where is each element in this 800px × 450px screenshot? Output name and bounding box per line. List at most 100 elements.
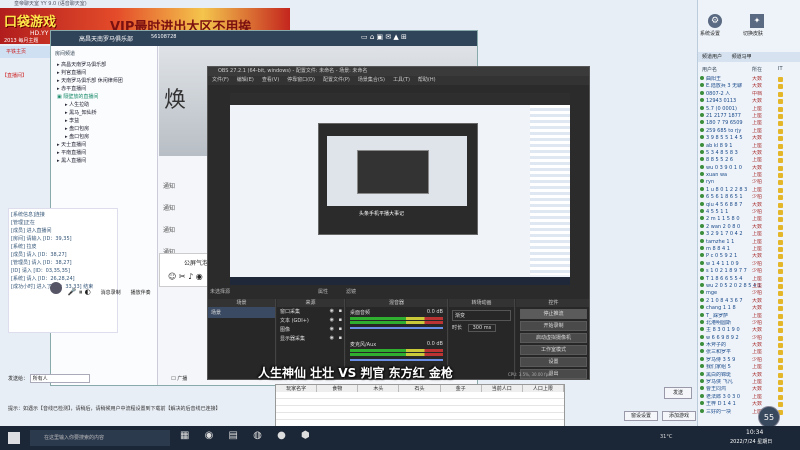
control-button[interactable]: 设置 xyxy=(520,357,587,367)
floating-badge[interactable]: 55 xyxy=(758,406,780,428)
obs-menu-item[interactable]: 帮助(H) xyxy=(418,77,436,83)
volume-slider[interactable] xyxy=(350,327,443,329)
user-row[interactable]: 2 1 0 8 4 3 6 7 大数 xyxy=(698,297,800,305)
col-it[interactable]: IT xyxy=(778,66,783,72)
user-row[interactable]: 木斧子的 大数 xyxy=(698,342,800,349)
channel-tree-item[interactable]: ▸ 天南罗马俱乐部 休闲律师团 xyxy=(57,77,157,85)
table-header-cell[interactable]: 人口上限 xyxy=(523,385,564,392)
channel-tree-item[interactable]: ▸ 平南直播间 xyxy=(57,149,157,157)
clock-time[interactable]: 10:34 xyxy=(746,429,763,436)
col-location[interactable]: 所在 xyxy=(752,66,762,73)
obs-menu-item[interactable]: 停靠窗口(D) xyxy=(287,77,315,83)
tab-vests[interactable]: 频道马甲 xyxy=(724,54,752,60)
user-row[interactable]: 5.7 (0 0001) 上座 xyxy=(698,105,800,113)
lock-icon[interactable]: ▪ xyxy=(339,308,342,314)
user-row[interactable]: 12943 0113 大数 xyxy=(698,98,800,105)
control-button[interactable]: 停止推流 xyxy=(520,309,587,319)
user-row[interactable]: 3 9 8 5 5 1 4 5 大数 xyxy=(698,135,800,142)
table-header-cell[interactable]: 食物 xyxy=(317,385,359,392)
user-row[interactable]: 我们家组 5 上座 xyxy=(698,364,800,371)
obs-menu-item[interactable]: 文件(F) xyxy=(212,77,229,83)
broadcast-checkbox[interactable]: ☐ xyxy=(171,376,175,382)
user-row[interactable]: tamzhe 1 1 上座 xyxy=(698,238,800,246)
control-button[interactable]: 启动虚拟摄像机 xyxy=(520,333,587,343)
user-row[interactable]: 王梓 D 1 4 1 大数 xyxy=(698,401,800,408)
user-row[interactable]: chang 1 1 8 大数 xyxy=(698,305,800,312)
tab-home[interactable]: 平铁主页 xyxy=(0,49,26,55)
user-row[interactable]: 259 685 to rjy 上座 xyxy=(698,127,800,135)
properties-button[interactable]: 属性 xyxy=(318,288,328,295)
channel-tree-item[interactable]: ▸ 赤平直播间 xyxy=(57,85,157,93)
user-row[interactable]: 曲阳王 大数 xyxy=(698,76,800,83)
source-item[interactable]: 显示器采集 ◉ ▪ xyxy=(277,334,344,343)
obs-menu-item[interactable]: 编辑(E) xyxy=(237,77,254,83)
visibility-eye-icon[interactable]: ◉ xyxy=(330,335,334,341)
channel-tree-item[interactable]: ▸ 盘口包房 xyxy=(57,125,157,133)
user-row[interactable]: 21 2177 1877 上座 xyxy=(698,112,800,120)
user-row[interactable]: 3 2 9 1 7 0 4 2 上座 xyxy=(698,231,800,238)
filters-button[interactable]: 滤镜 xyxy=(346,288,356,295)
weather-temp[interactable]: 31°C xyxy=(660,434,672,440)
tab-users[interactable]: 频道用户 xyxy=(698,54,722,60)
user-row[interactable]: T 1 8 6 6 5 5 4 上座 xyxy=(698,275,800,283)
user-row[interactable]: s 1 0 2 1 8 9 7 7 少柏 xyxy=(698,268,800,275)
user-row[interactable]: mge 少柏 xyxy=(698,290,800,297)
user-row[interactable]: m 8 8 4 1 上座 xyxy=(698,245,800,253)
table-header-cell[interactable]: 石头 xyxy=(399,385,441,392)
emoji-icon[interactable]: ☺ ✂ ♪ ◉ xyxy=(168,272,203,281)
user-row[interactable]: qiu 4 5 6 8 8 7 大数 xyxy=(698,201,800,209)
toolbar-item[interactable]: 消息录制 xyxy=(101,290,121,296)
user-row[interactable]: 主 8 3 0 1 9 0 大数 xyxy=(698,327,800,334)
add-game-button[interactable]: 添加游戏 xyxy=(662,411,696,421)
visibility-eye-icon[interactable]: ◉ xyxy=(330,326,334,332)
channel-tree-item[interactable]: ▸ 天士直播间 xyxy=(57,141,157,149)
room-header-icons[interactable]: ▭ ⌂ ▣ ✉ ▲ ⊞ xyxy=(361,33,407,41)
table-header-cell[interactable]: 玩家名字 xyxy=(276,385,318,392)
set-window-button[interactable]: 窗设设置 xyxy=(624,411,658,421)
user-row[interactable]: w 6 6 9 8 9 2 少柏 xyxy=(698,334,800,342)
control-button[interactable]: 开始录制 xyxy=(520,321,587,331)
obs-menu-item[interactable]: 场景集合(S) xyxy=(358,77,385,83)
skin-icon[interactable]: ✦ xyxy=(750,14,764,28)
obs-menu-item[interactable]: 工具(T) xyxy=(393,77,410,83)
duration-input[interactable]: 300 ms xyxy=(467,324,497,332)
user-row[interactable]: 老法郎 3 0 3 0 上座 xyxy=(698,393,800,401)
user-row[interactable]: P c 0 5 9 2 1 大数 xyxy=(698,253,800,260)
user-row[interactable]: 2 m 1 1 5 8 0 上座 xyxy=(698,216,800,223)
user-row[interactable]: 6 5 6 1 8 6 5 1 少柏 xyxy=(698,194,800,201)
user-row[interactable]: 罗马侍 3 5 9 少柏 xyxy=(698,356,800,364)
user-row[interactable]: 5 3 4 8 5 8 3 大数 xyxy=(698,149,800,157)
user-row[interactable]: wu 0 3 9 0 1 0 大数 xyxy=(698,164,800,172)
table-header-cell[interactable]: 当前人口 xyxy=(482,385,523,392)
user-row[interactable]: E.陆放兵 3 无聊 大数 xyxy=(698,83,800,90)
user-row[interactable]: 2 wan 2 0 8 0 大数 xyxy=(698,223,800,231)
mic-icon[interactable]: 🎤 ⏸ ◐ xyxy=(68,288,91,296)
channel-tree-item[interactable]: ▸ 人生拉助 xyxy=(57,101,157,109)
user-row[interactable]: wu 2 0 5 2 0 2 8 5 4 1 上座 xyxy=(698,282,800,290)
transition-select[interactable]: 渐变 xyxy=(452,310,511,321)
user-row[interactable]: 180 7 79 6509 上座 xyxy=(698,120,800,127)
channel-tree-item[interactable]: ▸ 高昌天南罗马俱乐部 xyxy=(57,61,157,69)
channel-tree-item[interactable]: ▣ 隔壁放的直播间 xyxy=(57,93,157,101)
lock-icon[interactable]: ▪ xyxy=(339,317,342,323)
obs-menu-item[interactable]: 配置文件(P) xyxy=(323,77,350,83)
source-item[interactable]: 窗口采集 ◉ ▪ xyxy=(277,307,344,316)
taskbar-apps[interactable]: ▦ ◉ ▤ ◍ ● ⬢ xyxy=(180,430,316,441)
user-row[interactable]: 黑白的锦斑 大数 xyxy=(698,371,800,379)
user-row[interactable]: 8 8 5 5 2 6 上座 xyxy=(698,157,800,164)
user-row[interactable]: xuan wa 上座 xyxy=(698,172,800,179)
clock-date[interactable]: 2022/7/24 星期日 xyxy=(730,438,772,445)
table-header-cell[interactable]: 金子 xyxy=(441,385,482,392)
visibility-eye-icon[interactable]: ◉ xyxy=(330,317,334,323)
user-row[interactable]: 0807-2 人 中档 xyxy=(698,90,800,98)
user-row[interactable]: 三好的一块 上座 xyxy=(698,408,800,416)
user-row[interactable]: T_ 踩罗萨 上座 xyxy=(698,312,800,320)
taskbar-search[interactable]: 在这里输入你要搜索的内容 xyxy=(30,430,170,446)
channel-tree-item[interactable]: ▸ 黑人直播间 xyxy=(57,157,157,165)
channel-tree-item[interactable]: ▸ 李益 xyxy=(57,117,157,125)
send-to-select[interactable]: 所有人 xyxy=(29,374,90,383)
send-button[interactable]: 发送 xyxy=(664,387,692,399)
channel-tree-item[interactable]: ▸ 盘口包房 xyxy=(57,133,157,141)
user-row[interactable]: ryn 少柏 xyxy=(698,179,800,186)
toolbar-item[interactable]: 播放伴奏 xyxy=(131,290,151,296)
